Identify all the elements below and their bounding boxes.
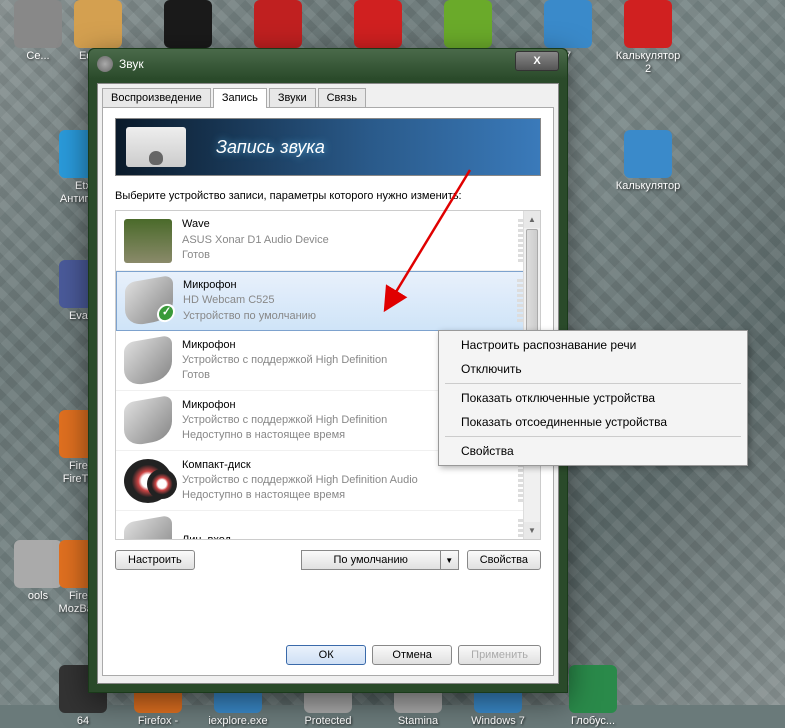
icon-label: iexplore.exe xyxy=(200,715,276,728)
cd-icon xyxy=(124,459,172,503)
desktop-icon[interactable]: Калькулятор xyxy=(610,130,686,193)
mic-icon xyxy=(125,275,173,327)
tab-strip: ВоспроизведениеЗаписьЗвукиСвязь xyxy=(98,84,558,108)
window-title: Звук xyxy=(119,57,144,71)
icon-label: Stamina xyxy=(380,715,456,728)
bottom-toolbar: Настроить По умолчанию ▼ Свойства xyxy=(115,550,541,570)
menu-separator xyxy=(445,383,741,384)
menu-item[interactable]: Отключить xyxy=(441,357,745,381)
dialog-buttons: ОК Отмена Применить xyxy=(286,645,541,665)
device-driver: Устройство с поддержкой High Definition … xyxy=(182,473,512,488)
menu-item[interactable]: Свойства xyxy=(441,439,745,463)
desktop-icon[interactable] xyxy=(340,0,416,50)
instruction-text: Выберите устройство записи, параметры ко… xyxy=(115,190,541,202)
icon-label: Protected xyxy=(290,715,366,728)
device-info: Микрофон HD Webcam C525 Устройство по ум… xyxy=(183,278,511,324)
device-row[interactable]: Лин. вход xyxy=(116,511,540,540)
vu-meter-icon xyxy=(126,127,186,167)
desktop-icon[interactable] xyxy=(430,0,506,50)
device-name: Лин. вход xyxy=(182,533,512,540)
app-icon xyxy=(164,0,212,48)
apply-button[interactable]: Применить xyxy=(458,645,541,665)
speaker-icon xyxy=(97,56,113,72)
icon-label: Глобус... xyxy=(555,715,631,728)
app-icon xyxy=(14,0,62,48)
device-info: Wave ASUS Xonar D1 Audio Device Готов xyxy=(182,217,512,263)
default-dropdown-label[interactable]: По умолчанию xyxy=(301,550,441,570)
icon-label: 64 xyxy=(45,715,121,728)
desktop-icon[interactable]: Калькулятор 2 xyxy=(610,0,686,76)
device-driver: HD Webcam C525 xyxy=(183,293,511,308)
icon-label: Firefox - xyxy=(120,715,196,728)
app-icon xyxy=(354,0,402,48)
app-icon xyxy=(444,0,492,48)
chevron-down-icon[interactable]: ▼ xyxy=(441,550,459,570)
menu-separator xyxy=(445,436,741,437)
desktop-icon[interactable] xyxy=(150,0,226,50)
default-check-icon xyxy=(157,302,175,323)
device-row[interactable]: Wave ASUS Xonar D1 Audio Device Готов xyxy=(116,211,540,271)
device-status: Устройство по умолчанию xyxy=(183,309,511,324)
cancel-button[interactable]: Отмена xyxy=(372,645,452,665)
mic-icon xyxy=(124,514,172,540)
default-dropdown[interactable]: По умолчанию ▼ xyxy=(301,550,459,570)
properties-button[interactable]: Свойства xyxy=(467,550,541,570)
scroll-down-icon[interactable]: ▼ xyxy=(524,522,540,539)
scroll-up-icon[interactable]: ▲ xyxy=(524,211,540,228)
device-name: Wave xyxy=(182,217,512,232)
app-icon xyxy=(74,0,122,48)
banner: Запись звука xyxy=(115,118,541,176)
menu-item[interactable]: Настроить распознавание речи xyxy=(441,333,745,357)
app-icon xyxy=(624,130,672,178)
desktop-icon[interactable] xyxy=(240,0,316,50)
device-status: Готов xyxy=(182,248,512,263)
icon-label: Windows 7 xyxy=(460,715,536,728)
icon-label: Калькулятор xyxy=(610,180,686,193)
close-button[interactable]: X xyxy=(515,51,559,71)
app-icon xyxy=(254,0,302,48)
device-status: Недоступно в настоящее время xyxy=(182,488,512,503)
banner-text: Запись звука xyxy=(216,137,325,158)
tab-Воспроизведение[interactable]: Воспроизведение xyxy=(102,88,211,108)
tab-Звуки[interactable]: Звуки xyxy=(269,88,316,108)
device-name: Микрофон xyxy=(183,278,511,293)
device-info: Лин. вход xyxy=(182,533,512,540)
app-icon xyxy=(544,0,592,48)
ok-button[interactable]: ОК xyxy=(286,645,366,665)
device-row[interactable]: Микрофон HD Webcam C525 Устройство по ум… xyxy=(116,271,540,331)
menu-item[interactable]: Показать отсоединенные устройства xyxy=(441,410,745,434)
app-icon xyxy=(569,665,617,713)
menu-item[interactable]: Показать отключенные устройства xyxy=(441,386,745,410)
tab-Запись[interactable]: Запись xyxy=(213,88,267,108)
context-menu[interactable]: Настроить распознавание речиОтключить Пок… xyxy=(438,330,748,466)
mic-icon xyxy=(124,334,172,386)
titlebar[interactable]: Звук X xyxy=(89,49,567,79)
configure-button[interactable]: Настроить xyxy=(115,550,195,570)
card-icon xyxy=(124,219,172,263)
app-icon xyxy=(624,0,672,48)
mic-icon xyxy=(124,394,172,446)
device-driver: ASUS Xonar D1 Audio Device xyxy=(182,233,512,248)
icon-label: Калькулятор 2 xyxy=(610,50,686,76)
tab-Связь[interactable]: Связь xyxy=(318,88,366,108)
